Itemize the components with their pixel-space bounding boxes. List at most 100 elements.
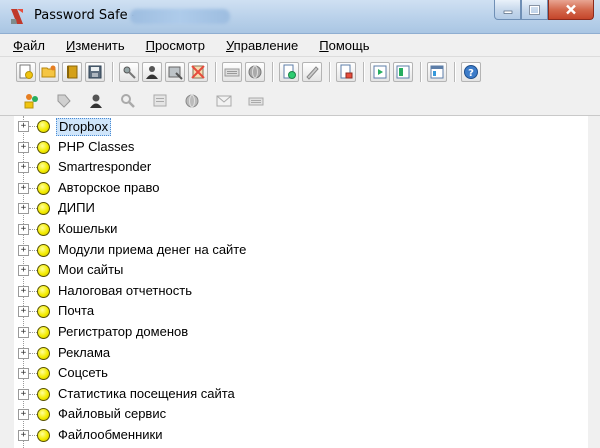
tree-group-item[interactable]: + Авторское право [14, 179, 574, 199]
maximize-button[interactable] [521, 0, 548, 20]
tree-group-label[interactable]: ДИПИ [56, 200, 97, 216]
password-tree[interactable]: + Dropbox + PHP Classes + Smartresponder + Авто… [0, 116, 600, 448]
tree-group-item[interactable]: + Dropbox [14, 117, 574, 137]
menu-bar: Файл Изменить Просмотр Управление Помощь [0, 34, 600, 56]
tree-group-label[interactable]: Налоговая отчетность [56, 283, 194, 299]
tree-group-item[interactable]: + ДИПИ [14, 199, 574, 219]
edit-entry-button[interactable] [302, 61, 322, 82]
close-database-button[interactable] [62, 61, 82, 82]
expand-toggle-icon[interactable]: + [18, 265, 29, 277]
expand-toggle-icon[interactable]: + [18, 182, 29, 194]
menu-edit[interactable]: Изменить [63, 37, 128, 54]
expand-toggle-icon[interactable]: + [18, 121, 29, 132]
tree-branch-line [29, 208, 37, 210]
save-icon [88, 65, 102, 78]
group-folder-icon [37, 264, 50, 278]
menu-file[interactable]: Файл [10, 37, 48, 54]
menu-view[interactable]: Просмотр [143, 37, 208, 54]
view-report-button[interactable] [150, 91, 170, 111]
browse-url-button[interactable] [245, 61, 265, 82]
duplicate-entry-button[interactable] [54, 91, 74, 111]
expand-toggle-icon[interactable]: + [18, 141, 29, 153]
toolbar-separator [112, 61, 113, 82]
expand-toggle-icon[interactable]: + [18, 327, 29, 338]
tree-group-label[interactable]: Файлообменники [56, 427, 164, 443]
send-email-button[interactable] [214, 91, 234, 111]
menu-manage[interactable]: Управление [223, 37, 301, 54]
tree-group-label[interactable]: Реклама [56, 345, 112, 361]
group-folder-icon [37, 140, 50, 154]
tree-group-item[interactable]: + Регистратор доменов [14, 323, 574, 343]
add-entry-button[interactable] [279, 61, 299, 82]
title-bar[interactable]: Password Safe - [0, 0, 600, 34]
tree-branch-line [29, 126, 37, 127]
tree-group-item[interactable]: + Кошельки [14, 220, 574, 240]
expand-toggle-icon[interactable]: + [18, 368, 29, 380]
tree-group-item[interactable]: + Реклама [14, 344, 574, 364]
copy-notes-button[interactable] [165, 61, 185, 82]
copy-password-button[interactable] [119, 61, 139, 82]
tree-group-item[interactable]: + Файлообменники [14, 426, 574, 446]
toolbar-separator [272, 61, 273, 82]
expand-toggle-icon[interactable]: + [18, 409, 29, 421]
toolbar-separator [363, 61, 364, 82]
tree-group-item[interactable]: + PHP Classes [14, 138, 574, 158]
open-database-button[interactable] [39, 61, 59, 82]
clear-clipboard-button[interactable] [188, 61, 208, 82]
tree-group-label[interactable]: Кошельки [56, 221, 119, 237]
tree-group-item[interactable]: + Почта [14, 302, 574, 322]
tree-group-item[interactable]: + Файловый сервис [14, 405, 574, 425]
minimize-icon [503, 10, 512, 14]
tree-branch-line [29, 290, 37, 292]
tree-group-item[interactable]: + Модули приема денег на сайте [14, 241, 574, 261]
tree-group-item[interactable]: + Статистика посещения сайта [14, 385, 574, 405]
tree-group-label[interactable]: Модули приема денег на сайте [56, 242, 248, 258]
tree-group-item[interactable]: + Smartresponder [14, 158, 574, 178]
tree-group-label[interactable]: Авторское право [56, 180, 161, 196]
tree-group-item[interactable]: + Соцсеть [14, 364, 574, 384]
svg-text:?: ? [468, 68, 474, 79]
expand-toggle-icon[interactable]: + [18, 388, 29, 400]
new-database-button[interactable] [16, 61, 36, 82]
options-button[interactable] [427, 61, 447, 82]
copy-username-button[interactable] [142, 61, 162, 82]
tree-group-label[interactable]: Соцсеть [56, 365, 110, 381]
expand-toggle-icon[interactable]: + [18, 347, 29, 359]
save-button[interactable] [85, 61, 105, 82]
tree-group-label[interactable]: Мои сайты [56, 262, 125, 278]
tree-group-label[interactable]: Dropbox [56, 118, 112, 136]
expand-all-button[interactable] [370, 61, 390, 82]
collapse-all-button[interactable] [393, 61, 413, 82]
menu-help[interactable]: Помощь [316, 37, 372, 54]
delete-entry-button[interactable] [336, 61, 356, 82]
tree-group-item[interactable]: + Мои сайты [14, 261, 574, 281]
keyboard-icon [248, 97, 264, 105]
group-folder-icon [37, 367, 50, 381]
tree-branch-line [29, 187, 37, 189]
copy-username-secondary-button[interactable] [86, 91, 106, 111]
tree-branch-line [29, 352, 37, 354]
tree-group-label[interactable]: Почта [56, 303, 96, 319]
window-title: Password Safe - [34, 8, 137, 23]
add-group-button[interactable] [22, 91, 42, 111]
expand-toggle-icon[interactable]: + [18, 224, 29, 235]
tree-group-label[interactable]: Статистика посещения сайта [56, 386, 237, 402]
tree-group-label[interactable]: Файловый сервис [56, 406, 168, 422]
run-command-button[interactable] [246, 91, 266, 111]
tree-group-item[interactable]: + Налоговая отчетность [14, 282, 574, 302]
expand-toggle-icon[interactable]: + [18, 244, 29, 256]
expand-toggle-icon[interactable]: + [18, 285, 29, 297]
browse-url-secondary-button[interactable] [182, 91, 202, 111]
expand-toggle-icon[interactable]: + [18, 430, 29, 441]
tree-group-label[interactable]: Регистратор доменов [56, 324, 190, 340]
expand-toggle-icon[interactable]: + [18, 306, 29, 318]
minimize-button[interactable] [494, 0, 521, 20]
tree-group-label[interactable]: PHP Classes [56, 139, 136, 155]
close-button[interactable] [548, 0, 594, 20]
help-button[interactable]: ? [461, 61, 481, 82]
expand-toggle-icon[interactable]: + [18, 162, 29, 174]
find-button[interactable] [118, 91, 138, 111]
autotype-button[interactable] [222, 61, 242, 82]
tree-group-label[interactable]: Smartresponder [56, 159, 153, 175]
expand-toggle-icon[interactable]: + [18, 203, 29, 215]
